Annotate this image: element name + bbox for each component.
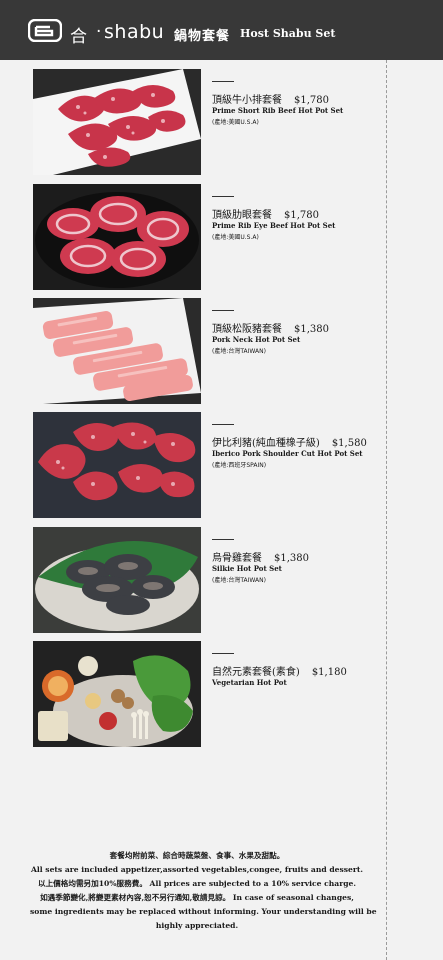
- brand-dot: ·: [96, 22, 102, 42]
- menu-item-vegetarian: 自然元素套餐(素食) $1,180 Vegetarian Hot Pot: [33, 641, 363, 749]
- item-name-en: Silkie Hot Pot Set: [212, 564, 282, 573]
- item-origin: (產地:台灣TAIWAN): [212, 577, 266, 584]
- footer-line: some ingredients may be replaced without…: [30, 907, 377, 916]
- item-name-line: 伊比利豬(純血種橡子級) $1,580: [212, 434, 367, 449]
- item-price: $1,780: [284, 210, 319, 221]
- item-name-zh: 伊比利豬(純血種橡子級): [212, 438, 320, 449]
- menu-item-rib-eye: 頂級肋眼套餐 $1,780 Prime Rib Eye Beef Hot Pot …: [33, 184, 363, 292]
- item-name-zh: 烏骨雞套餐: [212, 553, 262, 564]
- item-price: $1,580: [331, 438, 367, 449]
- item-name-zh: 頂級松阪豬套餐: [212, 324, 282, 335]
- brand-name: shabu: [104, 21, 165, 43]
- item-rule: [212, 310, 234, 311]
- item-price: $1,380: [294, 324, 329, 335]
- item-price: $1,780: [294, 95, 329, 106]
- item-rule: [212, 196, 234, 197]
- item-name-zh: 頂級牛小排套餐: [212, 95, 282, 106]
- item-origin: (產地:美國U.S.A): [212, 119, 259, 126]
- item-name-en: Iberico Pork Shoulder Cut Hot Pot Set: [212, 449, 363, 458]
- menu-item-silkie: 烏骨雞套餐 $1,380 Silkie Hot Pot Set (產地:台灣TAI…: [33, 527, 363, 635]
- menu-item-short-rib: 頂級牛小排套餐 $1,780 Prime Short Rib Beef Hot P…: [33, 69, 363, 177]
- footer-line: highly appreciated.: [155, 921, 239, 930]
- footer-line: 如遇季節變化,將變更素材內容,恕不另行通知,敬請見諒。 In case of s…: [40, 893, 354, 902]
- item-name-en: Prime Short Rib Beef Hot Pot Set: [212, 106, 344, 115]
- footer-line: All sets are included appetizer,assorted…: [31, 865, 363, 874]
- item-name-line: 頂級牛小排套餐 $1,780: [212, 91, 329, 106]
- vegetarian-photo: [33, 641, 201, 747]
- item-name-en: Pork Neck Hot Pot Set: [212, 335, 301, 344]
- page-title: 鍋物套餐: [174, 29, 231, 44]
- item-name-en: Vegetarian Hot Pot: [212, 678, 287, 687]
- item-price: $1,180: [311, 667, 347, 678]
- iberico-photo: [33, 412, 201, 518]
- item-price: $1,380: [274, 553, 309, 564]
- page-subtitle: Host Shabu Set: [240, 27, 336, 40]
- item-name-line: 烏骨雞套餐 $1,380: [212, 549, 309, 564]
- silkie-photo: [33, 527, 201, 633]
- item-origin: (產地:西班牙SPAIN): [212, 462, 267, 469]
- brand-he: 合: [70, 27, 88, 47]
- item-name-line: 自然元素套餐(素食) $1,180: [212, 663, 347, 678]
- footer-line: 套餐均附前菜、綜合時蔬菜盤、食事、水果及甜點。: [109, 851, 285, 860]
- rib-eye-photo: [33, 184, 201, 290]
- menu-item-iberico: 伊比利豬(純血種橡子級) $1,580 Iberico Pork Shoulder…: [33, 412, 367, 520]
- item-name-line: 頂級肋眼套餐 $1,780: [212, 206, 319, 221]
- menu-item-pork-neck: 頂級松阪豬套餐 $1,380 Pork Neck Hot Pot Set (產地:…: [33, 298, 363, 406]
- header-bar: 合 · shabu 鍋物套餐 Host Shabu Set: [0, 0, 443, 60]
- footer-line: 以上價格均需另加10%服務費。 All prices are subjected…: [38, 879, 356, 888]
- short-rib-photo: [33, 69, 201, 175]
- item-name-line: 頂級松阪豬套餐 $1,380: [212, 320, 329, 335]
- item-rule: [212, 81, 234, 82]
- item-rule: [212, 424, 234, 425]
- fold-line-divider: [386, 60, 387, 960]
- footer-notes: 套餐均附前菜、綜合時蔬菜盤、食事、水果及甜點。 All sets are inc…: [30, 849, 377, 933]
- item-rule: [212, 653, 234, 654]
- item-origin: (產地:美國U.S.A): [212, 234, 259, 241]
- item-rule: [212, 539, 234, 540]
- item-origin: (產地:台灣TAIWAN): [212, 348, 266, 355]
- item-name-zh: 自然元素套餐(素食): [212, 667, 300, 678]
- item-name-zh: 頂級肋眼套餐: [212, 210, 272, 221]
- pork-neck-photo: [33, 298, 201, 404]
- shabu-logo-icon: [28, 19, 62, 42]
- item-name-en: Prime Rib Eye Beef Hot Pot Set: [212, 221, 336, 230]
